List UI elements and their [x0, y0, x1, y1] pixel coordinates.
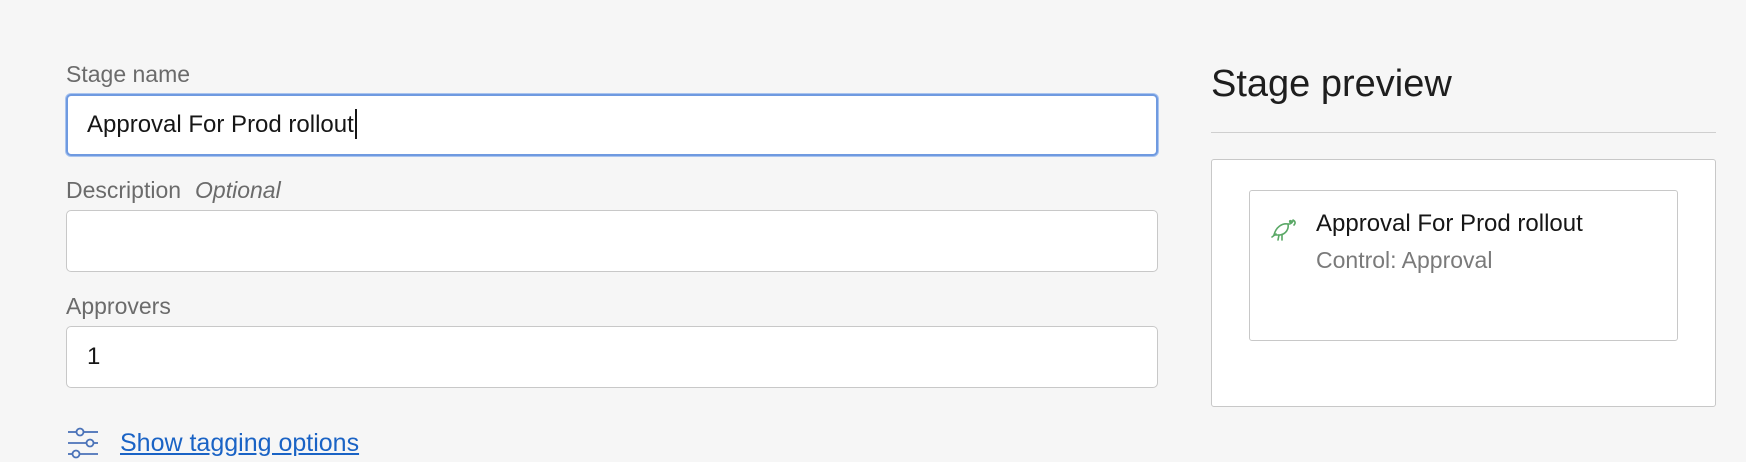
approvers-input[interactable]: 1 — [66, 326, 1158, 388]
stage-name-label-text: Stage name — [66, 61, 191, 87]
stage-preview-title: Stage preview — [1211, 63, 1452, 105]
stage-card-title: Approval For Prod rollout — [1316, 210, 1583, 237]
stage-preview-section: Stage preview — [1211, 58, 1716, 133]
sliders-icon — [68, 427, 98, 459]
show-tagging-options-link[interactable]: Show tagging options — [120, 429, 359, 458]
stage-name-input[interactable]: Approval For Prod rollout — [66, 94, 1158, 156]
stage-card-subtitle: Control: Approval — [1316, 247, 1493, 273]
approvers-label-text: Approvers — [66, 293, 171, 319]
tagging-options-toggle[interactable]: Show tagging options — [66, 425, 359, 461]
text-caret — [354, 108, 357, 139]
description-input[interactable] — [66, 210, 1158, 272]
stage-name-value: Approval For Prod rollout — [87, 111, 354, 138]
optional-hint: Optional — [195, 177, 281, 203]
description-label-text: Description — [66, 177, 182, 203]
stage-preview-panel: Approval For Prod rollout Control: Appro… — [1211, 159, 1716, 407]
description-label: Description Optional — [66, 176, 1158, 204]
divider — [1211, 132, 1716, 133]
stage-card: Approval For Prod rollout Control: Appro… — [1249, 190, 1678, 341]
stage-name-label: Stage name — [66, 60, 1158, 88]
approvers-value: 1 — [87, 343, 101, 370]
stage-form: Stage name Approval For Prod rollout Des… — [66, 60, 1158, 408]
bird-icon — [1271, 219, 1296, 241]
approvers-label: Approvers — [66, 292, 1158, 320]
